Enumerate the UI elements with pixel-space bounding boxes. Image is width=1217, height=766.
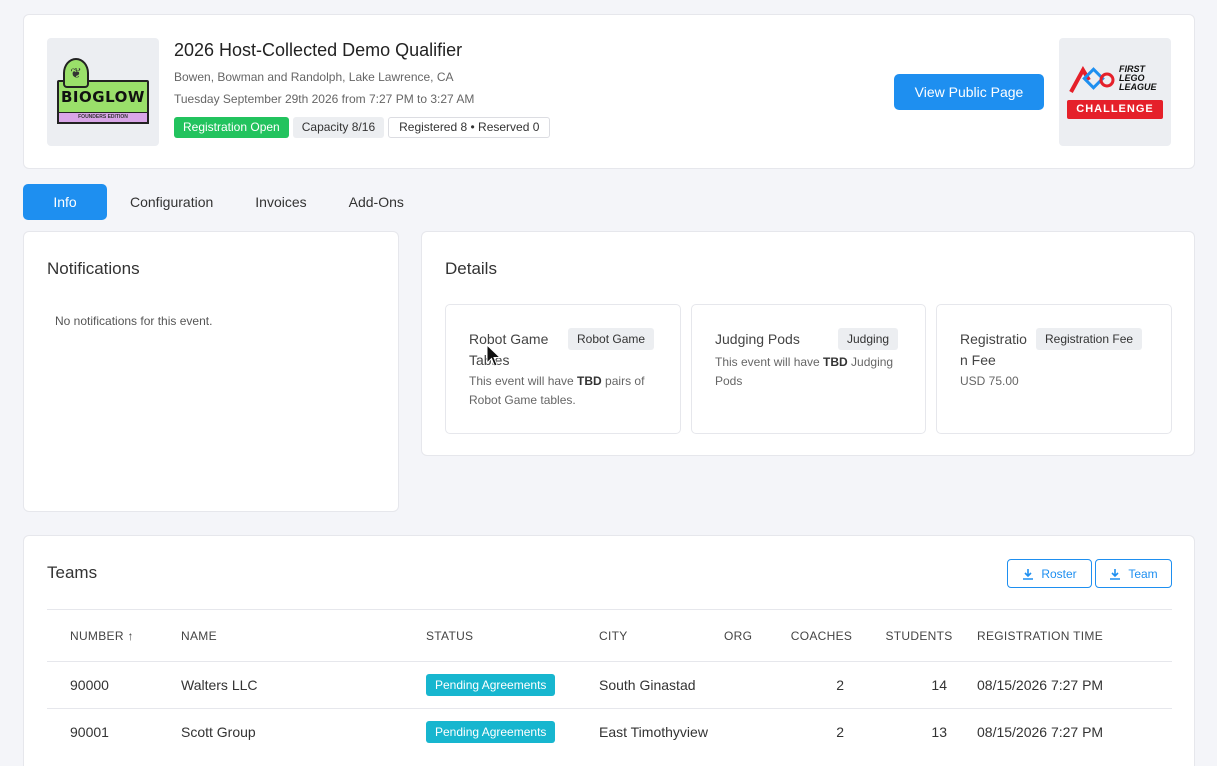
- detail-card-description: USD 75.00: [960, 372, 1155, 391]
- teams-table: NUMBER ↑ NAME STATUS CITY ORG COACHES ST…: [47, 609, 1172, 755]
- bioglow-logo: ❦ BIOGLOW FOUNDERS EDITION: [55, 58, 151, 126]
- detail-card-tag: Robot Game: [568, 328, 655, 350]
- details-title: Details: [445, 259, 497, 278]
- capacity-badge: Capacity 8/16: [292, 117, 385, 138]
- detail-card-title: Robot Game Tables: [469, 331, 549, 368]
- team-number: 90000: [70, 677, 109, 693]
- tab-configuration[interactable]: Configuration: [109, 184, 234, 220]
- column-city[interactable]: CITY: [576, 629, 724, 643]
- table-header: NUMBER ↑ NAME STATUS CITY ORG COACHES ST…: [47, 609, 1172, 661]
- detail-card-tag: Registration Fee: [1036, 328, 1143, 350]
- table-row[interactable]: 90001 Scott Group Pending Agreements Eas…: [47, 708, 1172, 755]
- column-registration-time[interactable]: REGISTRATION TIME: [969, 629, 1172, 643]
- team-label: Team: [1128, 566, 1158, 581]
- fll-text: FIRST LEGO LEAGUE: [1119, 65, 1157, 92]
- notifications-title: Notifications: [47, 259, 140, 278]
- leaf-icon: ❦: [63, 58, 89, 88]
- details-panel: Details Robot Game Tables Robot Game Thi…: [421, 231, 1195, 456]
- roster-label: Roster: [1041, 566, 1077, 581]
- column-name[interactable]: NAME: [158, 629, 403, 643]
- download-icon: [1023, 568, 1034, 580]
- view-public-page-button[interactable]: View Public Page: [894, 74, 1044, 110]
- column-number[interactable]: NUMBER ↑: [47, 629, 158, 643]
- team-number: 90001: [70, 724, 109, 740]
- desc-text: USD 75.00: [960, 374, 1019, 388]
- desc-text: This event will have: [469, 374, 578, 388]
- fll-line-3: LEAGUE: [1119, 82, 1157, 92]
- team-coaches: 2: [836, 724, 844, 740]
- desc-bold: TBD: [823, 355, 848, 369]
- table-row[interactable]: 90000 Walters LLC Pending Agreements Sou…: [47, 661, 1172, 708]
- event-logo: ❦ BIOGLOW FOUNDERS EDITION: [47, 38, 159, 146]
- event-date: Tuesday September 29th 2026 from 7:27 PM…: [174, 92, 475, 106]
- download-icon: [1110, 568, 1121, 580]
- team-status: Pending Agreements: [403, 721, 576, 743]
- team-coaches: 2: [836, 677, 844, 693]
- fll-mark-icon: [1069, 66, 1115, 93]
- event-title: 2026 Host-Collected Demo Qualifier: [174, 40, 463, 60]
- team-city: East Timothyview: [599, 724, 708, 740]
- team-students: 14: [931, 677, 947, 693]
- mouse-pointer-icon: [486, 344, 502, 367]
- team-name: Walters LLC: [181, 677, 258, 693]
- tab-bar: Info Configuration Invoices Add-Ons: [23, 184, 425, 220]
- event-header: ❦ BIOGLOW FOUNDERS EDITION 2026 Host-Col…: [23, 14, 1195, 169]
- fll-challenge-logo: FIRST LEGO LEAGUE CHALLENGE: [1059, 38, 1171, 146]
- notifications-panel: Notifications No notifications for this …: [23, 231, 399, 512]
- notifications-empty-text: No notifications for this event.: [55, 314, 213, 328]
- registered-badge: Registered 8 • Reserved 0: [388, 117, 551, 138]
- teams-panel: Teams Roster Team NUMBER ↑ NAME STATUS C…: [23, 535, 1195, 766]
- team-registration-time: 08/15/2026 7:27 PM: [977, 677, 1104, 693]
- column-org[interactable]: ORG: [724, 629, 774, 643]
- status-badge: Pending Agreements: [426, 721, 556, 743]
- team-registration-time: 08/15/2026 7:27 PM: [977, 724, 1104, 740]
- detail-card-title: Judging Pods: [715, 331, 800, 347]
- detail-card-robot-game: Robot Game Tables Robot Game This event …: [445, 304, 681, 434]
- event-badges: Registration Open Capacity 8/16 Register…: [174, 117, 551, 138]
- detail-card-description: This event will have TBD Judging Pods: [715, 353, 910, 391]
- detail-card-judging: Judging Pods Judging This event will hav…: [691, 304, 926, 434]
- team-city: South Ginastad: [599, 677, 696, 693]
- tab-invoices[interactable]: Invoices: [234, 184, 327, 220]
- column-label: NUMBER: [70, 628, 124, 643]
- logo-subtext: FOUNDERS EDITION: [57, 112, 149, 124]
- desc-bold: TBD: [577, 374, 602, 388]
- event-location: Bowen, Bowman and Randolph, Lake Lawrenc…: [174, 70, 454, 84]
- teams-title: Teams: [47, 563, 98, 582]
- status-badge: Pending Agreements: [426, 674, 556, 696]
- arrow-up-icon: ↑: [127, 628, 134, 643]
- column-coaches[interactable]: COACHES: [774, 629, 869, 643]
- download-roster-button[interactable]: Roster: [1007, 559, 1092, 588]
- fll-challenge-tag: CHALLENGE: [1067, 100, 1163, 119]
- download-team-button[interactable]: Team: [1095, 559, 1172, 588]
- registration-status-badge: Registration Open: [174, 117, 289, 138]
- detail-card-tag: Judging: [838, 328, 899, 350]
- team-students: 13: [931, 724, 947, 740]
- column-students[interactable]: STUDENTS: [869, 629, 969, 643]
- detail-card-registration-fee: Registration Fee Registration Fee USD 75…: [936, 304, 1172, 434]
- column-status[interactable]: STATUS: [403, 629, 576, 643]
- logo-text: BIOGLOW: [61, 88, 145, 106]
- team-name: Scott Group: [181, 724, 256, 740]
- desc-text: This event will have: [715, 355, 824, 369]
- tab-info[interactable]: Info: [23, 184, 107, 220]
- tab-add-ons[interactable]: Add-Ons: [328, 184, 425, 220]
- team-status: Pending Agreements: [403, 674, 576, 696]
- detail-card-title: Registration Fee: [960, 331, 1027, 368]
- detail-card-description: This event will have TBD pairs of Robot …: [469, 372, 664, 410]
